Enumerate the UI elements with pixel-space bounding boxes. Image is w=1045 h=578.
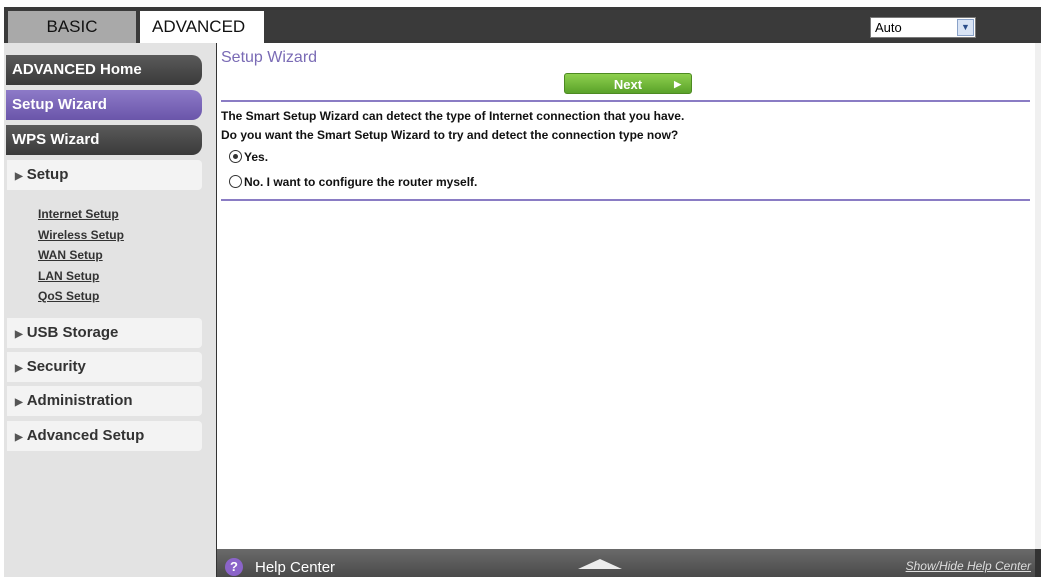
expand-arrow-icon: ▶ bbox=[15, 329, 23, 340]
chevron-up-icon[interactable] bbox=[578, 559, 622, 569]
tab-advanced[interactable]: ADVANCED bbox=[140, 11, 264, 43]
next-button[interactable]: Next ▶ bbox=[564, 73, 692, 94]
expand-arrow-icon: ▶ bbox=[15, 397, 23, 408]
divider bbox=[221, 199, 1030, 201]
option-label: Yes. bbox=[244, 150, 269, 164]
nav-setup-wizard[interactable]: Setup Wizard bbox=[6, 90, 202, 120]
sidebar-section-label: Setup bbox=[26, 166, 69, 183]
sidebar-section-label: USB Storage bbox=[26, 324, 119, 341]
vertical-scrollbar[interactable] bbox=[1035, 43, 1041, 549]
sidebar: ADVANCED Home Setup Wizard WPS Wizard ▶ S… bbox=[4, 43, 216, 577]
top-tab-bar: BASIC ADVANCED Auto ▼ bbox=[4, 7, 1041, 43]
language-select[interactable]: Auto ▼ bbox=[870, 17, 976, 38]
expand-arrow-icon: ▶ bbox=[15, 363, 23, 374]
expand-arrow-icon: ▶ bbox=[15, 432, 23, 443]
sidebar-section-advanced-setup[interactable]: ▶ Advanced Setup bbox=[7, 421, 202, 451]
wizard-description: The Smart Setup Wizard can detect the ty… bbox=[221, 109, 685, 123]
nav-wps-wizard[interactable]: WPS Wizard bbox=[6, 125, 202, 155]
tab-basic[interactable]: BASIC bbox=[8, 11, 136, 43]
wizard-question: Do you want the Smart Setup Wizard to tr… bbox=[221, 128, 679, 142]
help-center-bar: ? Help Center Show/Hide Help Center bbox=[217, 549, 1035, 577]
router-admin-window: BASIC ADVANCED Auto ▼ ADVANCED Home Setu… bbox=[4, 7, 1041, 577]
page-title: Setup Wizard bbox=[221, 49, 318, 66]
sidebar-link-lan-setup[interactable]: LAN Setup bbox=[38, 269, 124, 290]
sidebar-section-usb-storage[interactable]: ▶ USB Storage bbox=[7, 318, 202, 348]
option-yes[interactable]: Yes. bbox=[229, 150, 268, 164]
arrow-right-icon: ▶ bbox=[674, 79, 681, 89]
nav-advanced-home[interactable]: ADVANCED Home bbox=[6, 55, 202, 85]
option-no[interactable]: No. I want to configure the router mysel… bbox=[229, 175, 477, 189]
sidebar-section-security[interactable]: ▶ Security bbox=[7, 352, 202, 382]
sidebar-link-qos-setup[interactable]: QoS Setup bbox=[38, 289, 124, 310]
sidebar-section-label: Administration bbox=[26, 392, 133, 409]
sidebar-section-setup[interactable]: ▶ Setup bbox=[7, 160, 202, 190]
show-hide-help-link[interactable]: Show/Hide Help Center bbox=[906, 559, 1031, 573]
setup-submenu: Internet Setup Wireless Setup WAN Setup … bbox=[38, 207, 124, 310]
sidebar-section-label: Advanced Setup bbox=[26, 427, 145, 444]
radio-button-selected[interactable] bbox=[229, 150, 242, 163]
main-content: Setup Wizard Next ▶ The Smart Setup Wiza… bbox=[217, 43, 1035, 549]
option-label: No. I want to configure the router mysel… bbox=[244, 175, 478, 189]
sidebar-link-internet-setup[interactable]: Internet Setup bbox=[38, 207, 124, 228]
next-button-label: Next bbox=[613, 77, 643, 92]
help-center-label: Help Center bbox=[255, 559, 336, 576]
sidebar-link-wireless-setup[interactable]: Wireless Setup bbox=[38, 228, 124, 249]
sidebar-link-wan-setup[interactable]: WAN Setup bbox=[38, 248, 124, 269]
sidebar-section-label: Security bbox=[26, 358, 86, 375]
expand-arrow-icon: ▶ bbox=[15, 171, 23, 182]
sidebar-section-administration[interactable]: ▶ Administration bbox=[7, 386, 202, 416]
help-question-icon: ? bbox=[225, 558, 243, 576]
radio-button[interactable] bbox=[229, 175, 242, 188]
divider bbox=[221, 100, 1030, 102]
chevron-down-icon[interactable]: ▼ bbox=[957, 19, 974, 36]
language-select-value: Auto bbox=[875, 20, 902, 35]
